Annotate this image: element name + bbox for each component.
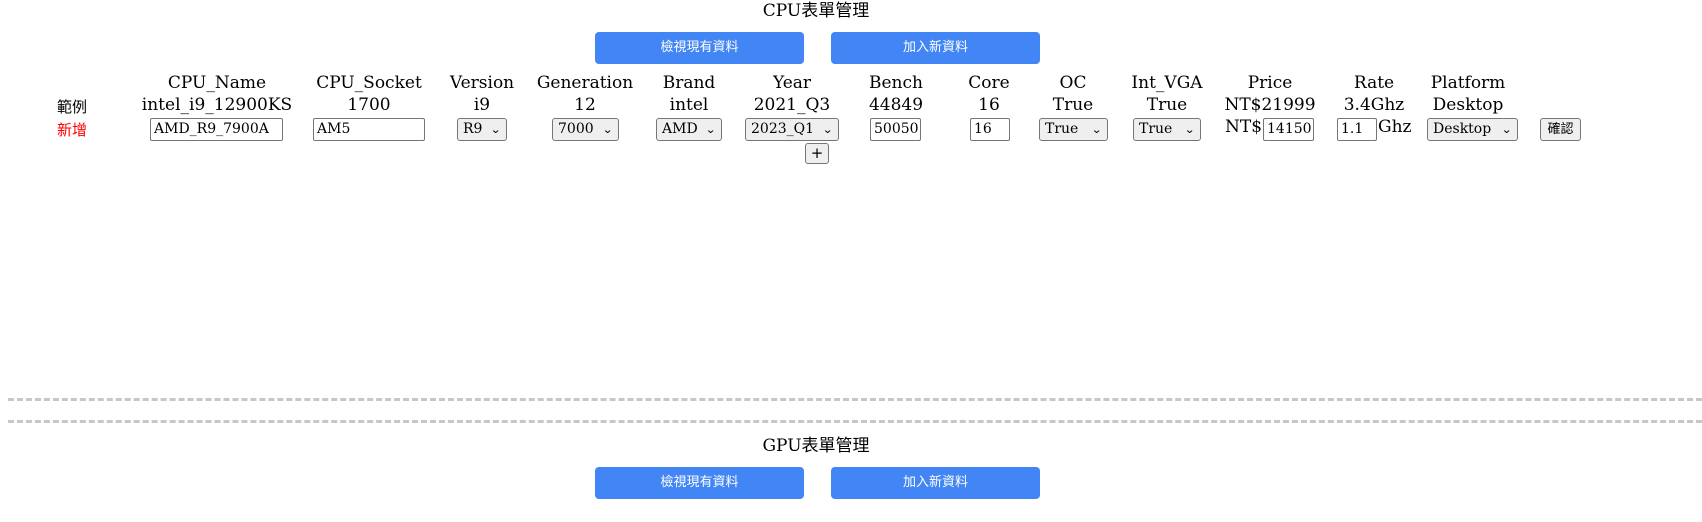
chevron-down-icon: ⌄ <box>1500 123 1512 136</box>
year-select-value: 2023_Q1 <box>751 121 815 137</box>
chevron-down-icon: ⌄ <box>704 123 716 136</box>
example-row-label: 範例 <box>57 98 88 116</box>
brand-select-value: AMD <box>662 121 698 137</box>
price-currency-label: NT$ <box>1225 117 1263 137</box>
section-divider-bottom <box>8 420 1702 423</box>
core-input[interactable]: 16 <box>970 118 1010 141</box>
cpu-view-button[interactable]: 檢視現有資料 <box>595 32 804 64</box>
gpu-view-button[interactable]: 檢視現有資料 <box>595 467 804 499</box>
gpu-section-title: GPU表單管理 <box>762 436 870 456</box>
chevron-down-icon: ⌄ <box>1090 123 1102 136</box>
chevron-down-icon: ⌄ <box>821 123 833 136</box>
int-vga-select-value: True <box>1139 121 1173 137</box>
rate-input[interactable]: 1.1 <box>1337 118 1377 141</box>
header-cpu-name: CPU_Name <box>167 73 267 93</box>
year-select[interactable]: 2023_Q1 ⌄ <box>745 118 839 141</box>
platform-select-value: Desktop <box>1433 121 1492 137</box>
col-cpu-name: CPU_Name intel_i9_12900KS <box>137 73 297 116</box>
gpu-add-button[interactable]: 加入新資料 <box>831 467 1040 499</box>
example-cpu-name: intel_i9_12900KS <box>141 94 293 115</box>
cpu-name-input[interactable]: AMD_R9_7900A <box>150 118 283 141</box>
cpu-section-title: CPU表單管理 <box>762 1 870 21</box>
header-platform: Platform <box>1430 73 1506 93</box>
version-select-value: R9 <box>463 121 483 137</box>
chevron-down-icon: ⌄ <box>1183 123 1195 136</box>
section-divider-top <box>8 398 1702 401</box>
col-platform: Platform Desktop <box>1388 73 1548 116</box>
price-input[interactable]: 14150 <box>1263 118 1314 141</box>
cpu-socket-input[interactable]: AM5 <box>313 118 425 141</box>
chevron-down-icon: ⌄ <box>601 123 613 136</box>
oc-select-value: True <box>1045 121 1079 137</box>
oc-select[interactable]: True ⌄ <box>1039 118 1108 141</box>
bench-input[interactable]: 50050 <box>870 118 921 141</box>
platform-select[interactable]: Desktop ⌄ <box>1427 118 1518 141</box>
generation-select[interactable]: 7000 ⌄ <box>552 118 619 141</box>
generation-select-value: 7000 <box>558 121 594 137</box>
int-vga-select[interactable]: True ⌄ <box>1133 118 1201 141</box>
cpu-add-button[interactable]: 加入新資料 <box>831 32 1040 64</box>
new-row-label: 新增 <box>57 121 88 139</box>
confirm-button[interactable]: 確認 <box>1540 118 1581 141</box>
example-platform: Desktop <box>1432 94 1504 115</box>
brand-select[interactable]: AMD ⌄ <box>656 118 722 141</box>
rate-unit-label: Ghz <box>1378 117 1412 137</box>
chevron-down-icon: ⌄ <box>489 123 501 136</box>
add-row-button[interactable]: + <box>805 143 829 164</box>
version-select[interactable]: R9 ⌄ <box>457 118 507 141</box>
